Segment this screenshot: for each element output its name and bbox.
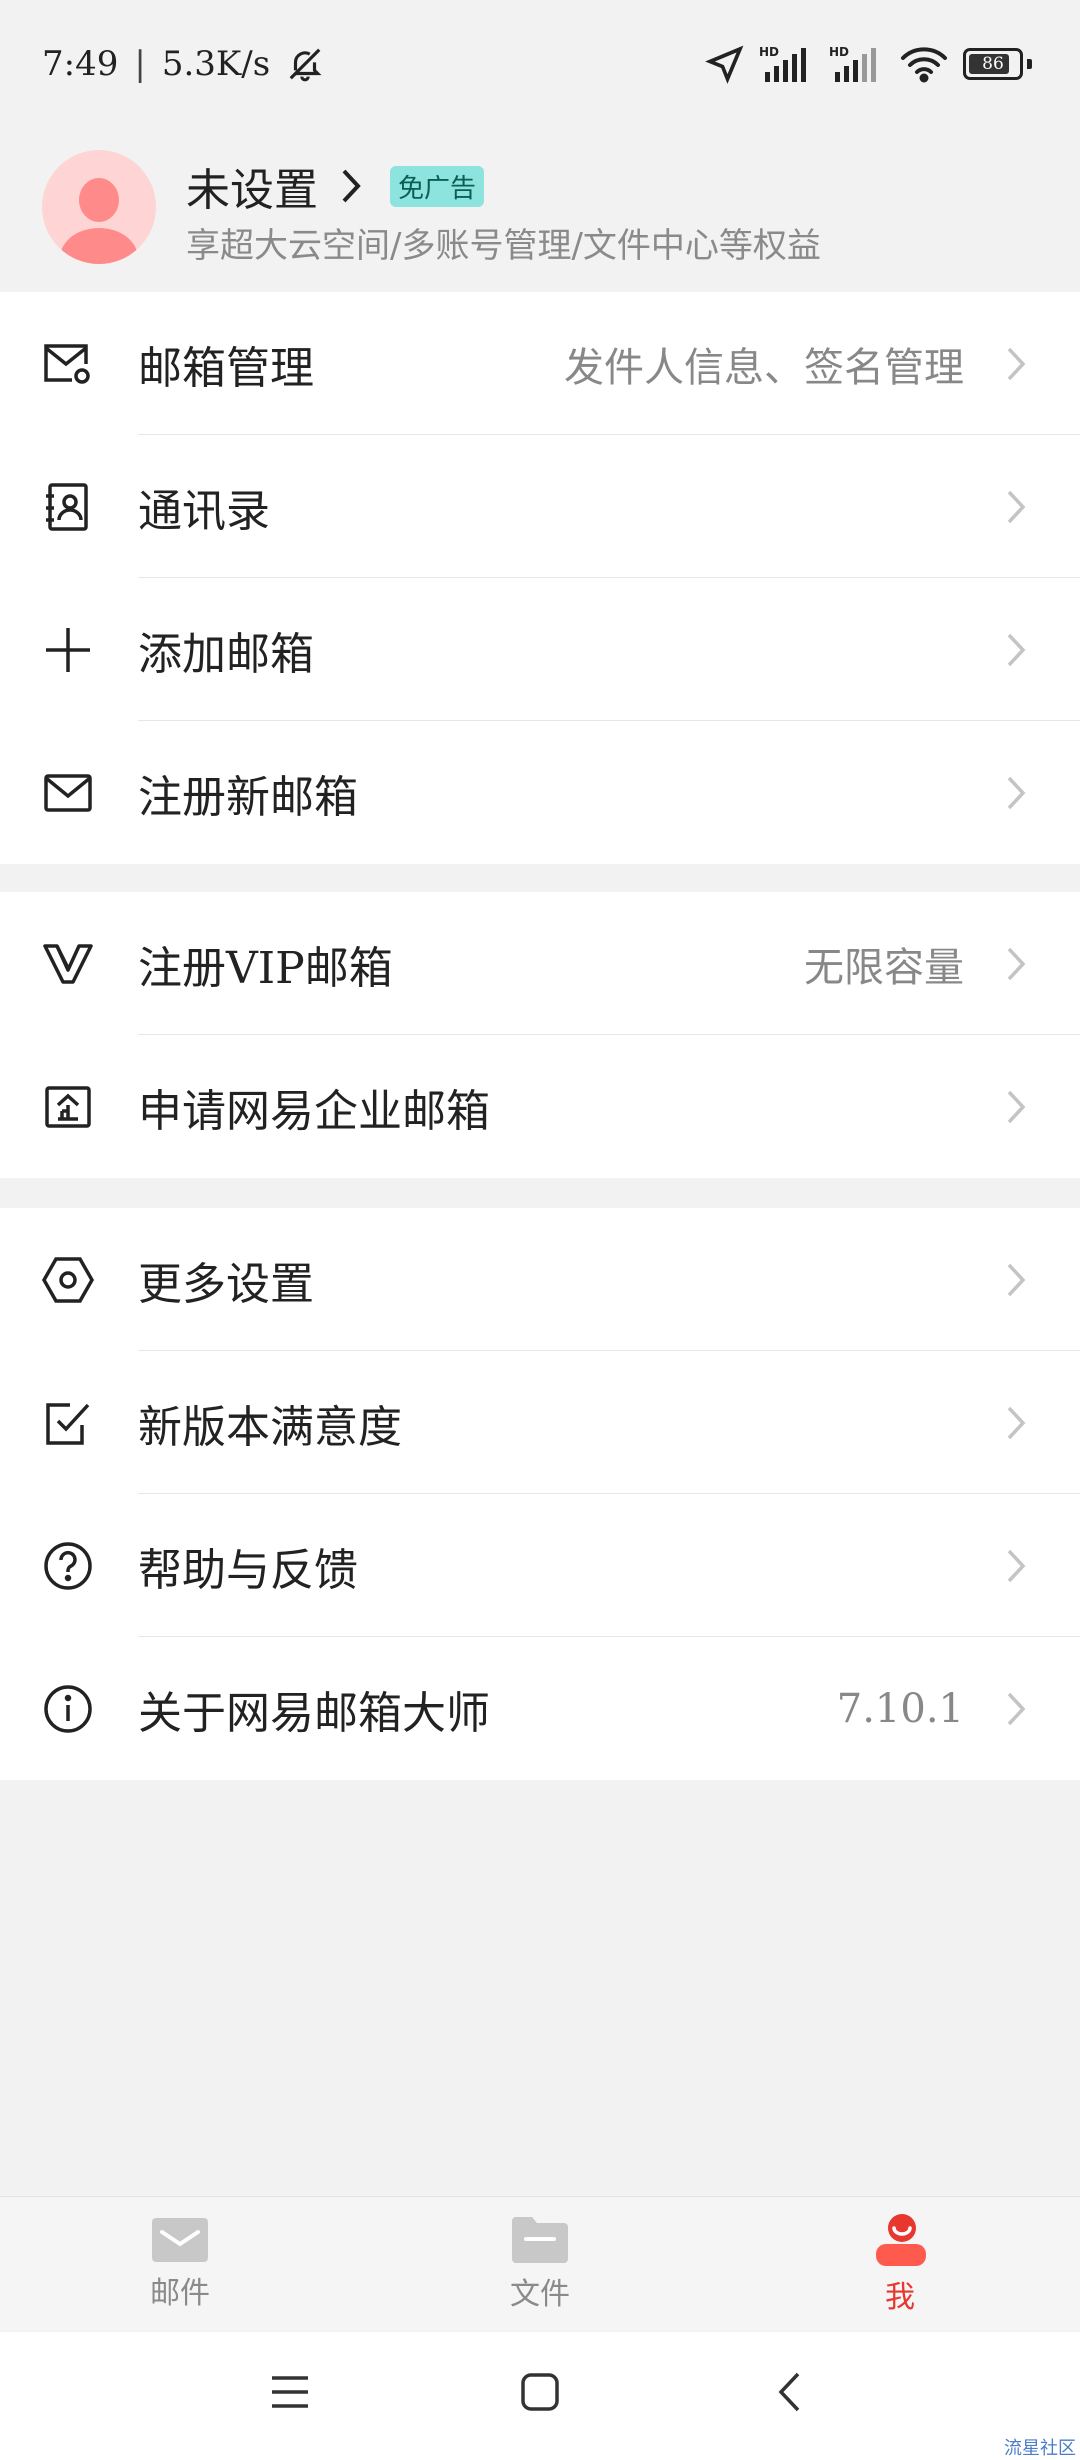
help-icon: [40, 1538, 96, 1594]
chevron-right-icon: [1007, 1406, 1026, 1439]
battery-level: 86: [982, 54, 1004, 74]
chevron-right-icon: [1007, 633, 1026, 666]
menu-item-mailbox-management[interactable]: 邮箱管理 发件人信息、签名管理: [0, 292, 1080, 435]
checkbox-icon: [40, 1395, 96, 1451]
location-arrow-icon: [705, 45, 744, 84]
folder-tab-icon: [512, 2217, 568, 2263]
tab-files[interactable]: 文件: [440, 2197, 640, 2331]
menu-label: 注册VIP邮箱: [138, 942, 393, 994]
system-navigation-bar: 流星社区: [0, 2332, 1080, 2460]
svg-text:HD: HD: [829, 45, 849, 59]
signal-hd-icon: HD: [759, 45, 806, 82]
network-speed: 5.3K/s: [161, 44, 271, 84]
menu-label: 通讯录: [138, 485, 270, 537]
menu-value: 无限容量: [804, 944, 964, 991]
bell-muted-icon: [289, 48, 322, 82]
tab-label: 文件: [510, 2277, 570, 2312]
menu-item-more-settings[interactable]: 更多设置: [0, 1208, 1080, 1351]
menu-label: 帮助与反馈: [138, 1544, 358, 1596]
svg-text:HD: HD: [759, 45, 779, 59]
nav-menu-button[interactable]: [260, 2362, 320, 2422]
menu-label: 更多设置: [138, 1258, 314, 1310]
plus-icon: [40, 622, 96, 678]
menu-item-register-vip[interactable]: 注册VIP邮箱 无限容量: [0, 892, 1080, 1035]
profile-name: 未设置: [186, 165, 318, 216]
status-bar: 7:49 | 5.3K/s HD HD 86: [0, 0, 1080, 140]
menu-item-contacts[interactable]: 通讯录: [0, 435, 1080, 578]
mail-icon: [40, 765, 96, 821]
menu-label: 注册新邮箱: [138, 771, 358, 823]
status-separator: |: [134, 44, 146, 84]
chevron-right-icon: [1007, 1090, 1026, 1123]
status-time: 7:49: [42, 44, 119, 84]
chevron-right-icon: [342, 169, 361, 203]
tab-label: 邮件: [150, 2276, 210, 2311]
back-chevron-icon: [778, 2372, 800, 2412]
menu-icon: [272, 2376, 308, 2408]
menu-item-register-mailbox[interactable]: 注册新邮箱: [0, 721, 1080, 864]
no-ads-badge: 免广告: [390, 165, 485, 207]
chevron-right-icon: [1007, 947, 1026, 980]
profile-subtitle: 享超大云空间/多账号管理/文件中心等权益: [186, 226, 821, 266]
tab-me[interactable]: 我: [800, 2197, 1000, 2331]
bottom-tab-bar: 邮件 文件 我: [0, 2196, 1080, 2331]
vip-icon: [40, 936, 96, 992]
hexagon-settings-icon: [40, 1252, 96, 1308]
menu-label: 添加邮箱: [138, 628, 314, 680]
profile-header[interactable]: 未设置 免广告 享超大云空间/多账号管理/文件中心等权益: [0, 140, 1080, 292]
mail-tab-icon: [152, 2218, 208, 2262]
mail-settings-icon: [40, 336, 96, 392]
chevron-right-icon: [1007, 1263, 1026, 1296]
menu-label: 邮箱管理: [138, 342, 314, 394]
menu-item-help-feedback[interactable]: 帮助与反馈: [0, 1494, 1080, 1637]
signal-hd-icon-2: HD: [829, 45, 876, 82]
battery-cap: [1027, 59, 1032, 69]
menu-group-vip: 注册VIP邮箱 无限容量 申请网易企业邮箱: [0, 892, 1080, 1178]
profile-name-row[interactable]: 未设置 免广告: [186, 154, 485, 218]
chevron-right-icon: [1007, 776, 1026, 809]
menu-label: 新版本满意度: [138, 1401, 402, 1453]
chevron-right-icon: [1007, 1549, 1026, 1582]
enterprise-icon: [40, 1079, 96, 1135]
info-icon: [40, 1681, 96, 1737]
app-version: 7.10.1: [836, 1685, 964, 1732]
nav-back-button[interactable]: [760, 2362, 820, 2422]
menu-item-add-mailbox[interactable]: 添加邮箱: [0, 578, 1080, 721]
avatar[interactable]: [42, 150, 156, 264]
chevron-right-icon: [1007, 1692, 1026, 1725]
battery-indicator: 86: [963, 48, 1023, 80]
home-square-icon: [521, 2373, 559, 2411]
menu-item-satisfaction[interactable]: 新版本满意度: [0, 1351, 1080, 1494]
nav-home-button[interactable]: [510, 2362, 570, 2422]
tab-label: 我: [885, 2280, 915, 2315]
menu-label: 申请网易企业邮箱: [138, 1085, 490, 1137]
me-tab-icon: [876, 2214, 926, 2266]
menu-value: 发件人信息、签名管理: [564, 344, 964, 391]
menu-group-mail: 邮箱管理 发件人信息、签名管理 通讯录 添加邮箱 注册新邮箱: [0, 292, 1080, 864]
watermark: 流星社区: [1004, 2438, 1076, 2459]
menu-label: 关于网易邮箱大师: [138, 1687, 490, 1739]
wifi-icon: [901, 47, 947, 83]
contacts-icon: [40, 479, 96, 535]
chevron-right-icon: [1007, 490, 1026, 523]
menu-item-enterprise-mailbox[interactable]: 申请网易企业邮箱: [0, 1035, 1080, 1178]
chevron-right-icon: [1007, 347, 1026, 380]
tab-mail[interactable]: 邮件: [80, 2197, 280, 2331]
menu-item-about[interactable]: 关于网易邮箱大师 7.10.1: [0, 1637, 1080, 1780]
menu-group-settings: 更多设置 新版本满意度 帮助与反馈 关于网易邮箱大师 7.10.1: [0, 1208, 1080, 1780]
